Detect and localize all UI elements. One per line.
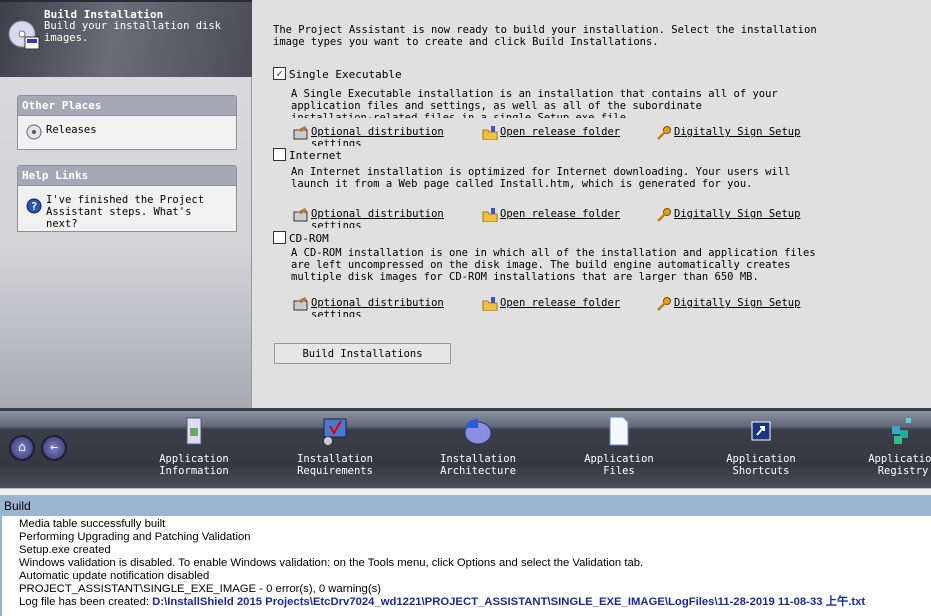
file-icon — [609, 416, 629, 446]
digitally-sign-setup-link[interactable]: Digitally Sign Setup — [656, 208, 808, 228]
log-file-path[interactable]: D:\InstallShield 2015 Projects\EtcDrv702… — [152, 596, 865, 608]
other-places-panel: Other Places Releases — [17, 95, 237, 150]
log-line: Windows validation is disabled. To enabl… — [19, 557, 644, 569]
back-arrow-icon: ← — [50, 440, 58, 455]
nav-item-shortcuts[interactable]: Application Shortcuts — [706, 416, 816, 477]
help-links-panel: Help Links ? I've finished the Project A… — [17, 165, 237, 232]
open-release-folder-link[interactable]: Open release folder — [482, 126, 634, 146]
open-release-folder-link[interactable]: Open release folder — [482, 297, 634, 317]
whats-next-link[interactable]: ? I've finished the Project Assistant st… — [18, 186, 236, 238]
optional-distribution-settings-link[interactable]: Optional distribution settings — [293, 208, 445, 228]
page-header: Build Installation Build your installati… — [0, 0, 252, 77]
home-button[interactable]: ⌂ — [9, 435, 35, 461]
cdrom-checkbox[interactable] — [273, 231, 286, 244]
internet-description: An Internet installation is optimized fo… — [291, 166, 791, 190]
open-release-folder-link[interactable]: Open release folder — [482, 208, 634, 228]
single-executable-description: A Single Executable installation is an i… — [291, 88, 778, 118]
nav-item-registry[interactable]: Application Registry — [848, 416, 931, 477]
other-places-title: Other Places — [18, 96, 236, 116]
left-panel: Build Installation Build your installati… — [0, 0, 252, 408]
splitter[interactable] — [0, 488, 931, 495]
log-line: PROJECT_ASSISTANT\SINGLE_EXE_IMAGE - 0 e… — [19, 583, 382, 595]
log-line: Media table successfully built — [19, 518, 166, 530]
key-icon — [657, 208, 671, 222]
open-folder-icon — [482, 126, 498, 140]
key-icon — [657, 297, 671, 311]
intro-text: The Project Assistant is now ready to bu… — [273, 24, 817, 48]
shortcut-icon — [751, 421, 771, 441]
releases-link[interactable]: Releases — [18, 116, 236, 148]
home-icon: ⌂ — [18, 440, 26, 455]
back-button[interactable]: ← — [41, 435, 67, 461]
optional-distribution-settings-link[interactable]: Optional distribution settings — [293, 126, 445, 146]
nav-item-information[interactable]: Application Information — [139, 416, 249, 477]
digitally-sign-setup-link[interactable]: Digitally Sign Setup — [656, 297, 808, 317]
open-folder-icon — [482, 208, 498, 222]
registry-icon — [892, 418, 911, 444]
single-executable-checkbox[interactable]: ✓ — [273, 67, 286, 80]
internet-label: Internet — [289, 149, 342, 162]
output-title: Build — [0, 495, 931, 516]
log-line: Performing Upgrading and Patching Valida… — [19, 531, 251, 543]
nav-item-files[interactable]: Application Files — [564, 416, 674, 477]
single-executable-label: Single Executable — [289, 68, 402, 81]
open-folder-icon — [482, 297, 498, 311]
cd-icon — [26, 124, 42, 140]
help-icon: ? — [26, 198, 42, 214]
distribution-settings-icon — [293, 297, 308, 311]
cd-build-icon — [8, 20, 40, 50]
architecture-icon — [464, 418, 492, 445]
optional-distribution-settings-link[interactable]: Optional distribution settings — [293, 297, 445, 317]
cdrom-label: CD-ROM — [289, 232, 329, 245]
distribution-settings-icon — [293, 126, 308, 140]
digitally-sign-setup-link[interactable]: Digitally Sign Setup — [656, 126, 808, 146]
requirements-icon — [323, 418, 347, 445]
cdrom-description: A CD-ROM installation is one in which al… — [291, 247, 816, 283]
key-icon — [657, 126, 671, 140]
nav-item-requirements[interactable]: Installation Requirements — [280, 416, 390, 477]
internet-checkbox[interactable] — [273, 148, 286, 161]
nav-item-architecture[interactable]: Installation Architecture — [423, 416, 533, 477]
distribution-settings-icon — [293, 208, 308, 222]
page-subtitle: Build your installation disk images. — [44, 20, 222, 44]
app-info-icon — [186, 417, 202, 445]
log-line: Log file has been created: D:\InstallShi… — [19, 596, 866, 608]
build-installations-button[interactable]: Build Installations — [274, 343, 451, 364]
svg-text:?: ? — [31, 200, 38, 213]
navigation-bar: ⌂ ← Application Information Installation … — [0, 408, 931, 488]
log-line: Setup.exe created — [19, 544, 111, 556]
help-links-title: Help Links — [18, 166, 236, 186]
log-line: Automatic update notification disabled — [19, 570, 210, 582]
build-output-log: Media table successfully built Performin… — [0, 516, 931, 616]
